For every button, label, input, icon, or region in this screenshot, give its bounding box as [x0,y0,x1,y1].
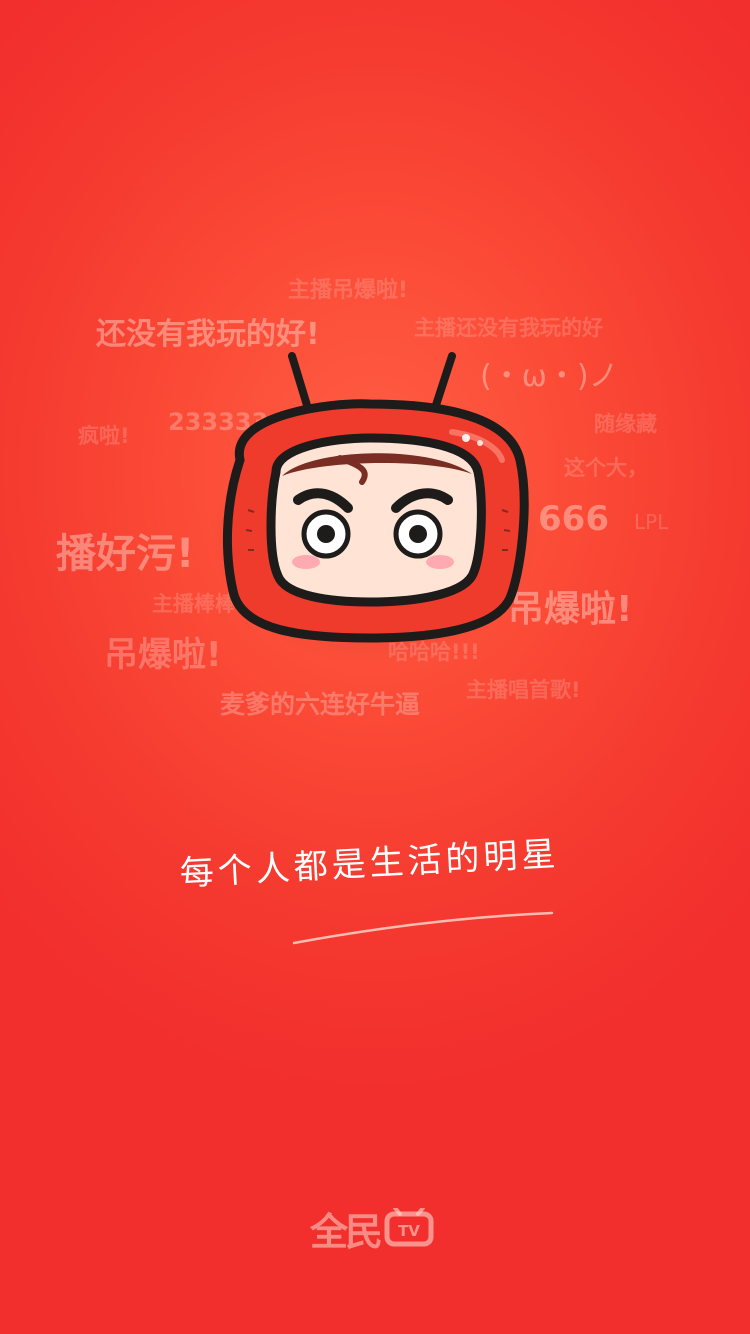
danmaku-item: 播好污! [56,531,195,577]
brand-tv-icon: TV [384,1208,434,1247]
brand-suffix: TV [398,1222,420,1240]
danmaku-item: 主播唱首歌! [466,678,581,702]
danmaku-item: 疯啦! [78,424,130,448]
danmaku-item: 这个大， [564,456,648,480]
danmaku-item: 随缘藏 [594,412,657,436]
danmaku-item: 主播还没有我玩的好 [414,316,603,340]
danmaku-layer: 主播吊爆啦! 还没有我玩的好! 主播还没有我玩的好 (・ω・)ノ 233333 … [0,0,750,1334]
danmaku-item: LPL [634,510,669,534]
brand-name: 全民 [310,1209,383,1254]
mascot-tv-icon [210,352,540,660]
danmaku-item: 麦爹的六连好牛逼 [220,690,421,719]
slogan-underline [292,911,554,945]
brand-logo: 全民 TV [310,1200,440,1256]
splash-screen: 主播吊爆啦! 还没有我玩的好! 主播还没有我玩的好 (・ω・)ノ 233333 … [0,0,750,1334]
danmaku-item: 主播吊爆啦! [288,278,409,303]
